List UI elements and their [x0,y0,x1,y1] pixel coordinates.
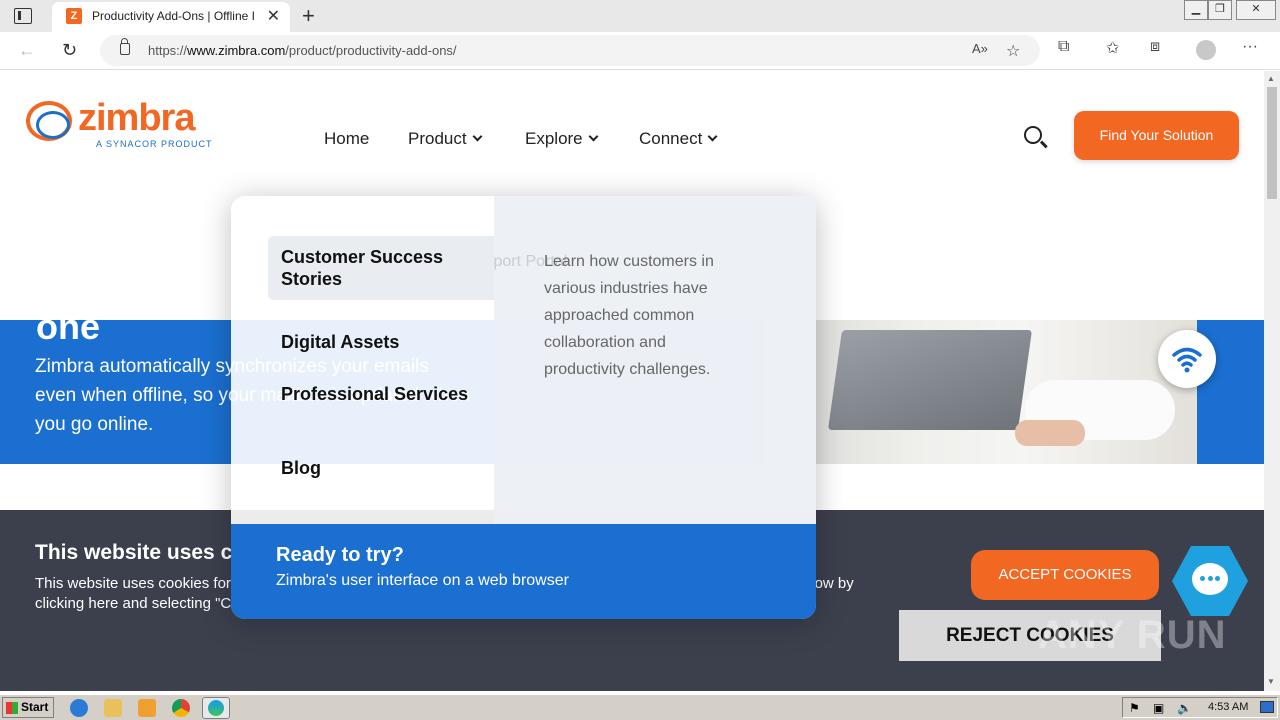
zimbra-logo-icon [26,101,72,141]
read-aloud-icon[interactable]: A» [972,41,988,56]
menu-item-digital-assets[interactable]: Digital Assets [268,321,494,363]
media-player-icon[interactable] [138,699,156,717]
menu-item-customer-success-stories[interactable]: Customer Success Stories [268,236,494,300]
lock-icon[interactable] [120,38,130,55]
anyrun-watermark: ANY RUN [1038,613,1227,657]
menu-item-professional-services[interactable]: Professional Services [268,373,494,415]
url-text[interactable]: https://www.zimbra.com/product/productiv… [148,43,457,58]
zimbra-favicon-icon: Z [66,8,82,24]
chevron-down-icon [588,131,599,142]
chevron-down-icon [472,131,483,142]
new-tab-icon[interactable]: + [302,3,315,29]
nav-connect[interactable]: Connect [639,129,718,149]
restore-icon[interactable]: ❐ [1208,0,1232,20]
extensions-icon[interactable]: ⧉ [1058,38,1069,56]
start-label: Start [21,700,49,714]
dropdown-description: Learn how customers in various industrie… [544,253,714,378]
chevron-down-icon [707,131,718,142]
minimize-icon[interactable]: ▁ [1184,0,1208,20]
accept-cookies-button[interactable]: ACCEPT COOKIES [971,550,1159,600]
back-icon[interactable]: ← [18,40,36,61]
windows-taskbar: Start ⚑ ▣ 🔈 4:53 AM [0,694,1280,720]
add-favorite-icon[interactable]: ☆ [1006,41,1020,61]
profile-avatar[interactable] [1196,40,1216,60]
hero-photo [765,320,1197,464]
chrome-icon[interactable] [172,699,190,717]
explorer-icon[interactable] [104,699,122,717]
flag-icon[interactable]: ⚑ [1129,701,1140,715]
scroll-down-icon[interactable]: ▼ [1267,677,1275,686]
edge-icon [208,700,224,716]
address-bar-row: ← ↻ https://www.zimbra.com/product/produ… [0,32,1280,70]
collections-icon[interactable]: ⧈ [1150,38,1160,56]
browser-tab[interactable]: Z Productivity Add-Ons | Offline I ✕ [52,2,290,32]
zimbra-logo[interactable]: zimbra A SYNACOR PRODUCT [24,97,234,149]
browser-titlebar: Z Productivity Add-Ons | Offline I ✕ + ▁… [0,0,1280,32]
chat-button[interactable] [1172,546,1248,616]
ie-icon[interactable] [70,699,88,717]
search-icon[interactable] [1024,126,1042,144]
taskbar-clock[interactable]: 4:53 AM [1208,701,1248,713]
scrollbar-thumb[interactable] [1267,87,1277,199]
hand-image [1015,420,1085,446]
more-menu-icon[interactable]: ··· [1242,38,1258,56]
logo-wordmark: zimbra [78,97,195,139]
dropdown-footer-subtitle: Zimbra's user interface on a web browser [276,572,569,589]
system-tray: ⚑ ▣ 🔈 [1122,697,1278,718]
hero-heading: one [36,320,101,347]
explore-dropdown-menu: Support Portal Customer Success Stories … [231,196,816,619]
volume-icon[interactable]: 🔈 [1177,701,1192,715]
web-page: zimbra A SYNACOR PRODUCT Home Product Ex… [0,71,1264,691]
nav-explore[interactable]: Explore [525,129,599,149]
start-button[interactable]: Start [2,697,54,718]
dropdown-footer-cta[interactable]: Ready to try? Zimbra's user interface on… [231,524,816,619]
window-close-icon[interactable]: ✕ [1236,0,1276,20]
windows-logo-icon [6,702,18,714]
logo-tagline: A SYNACOR PRODUCT [96,139,213,149]
address-bar[interactable]: https://www.zimbra.com/product/productiv… [100,35,1040,66]
favorites-icon[interactable]: ✩ [1106,38,1119,58]
wifi-icon [1158,330,1216,388]
refresh-icon[interactable]: ↻ [62,40,77,61]
edge-taskbar-button[interactable] [202,697,230,719]
find-your-solution-button[interactable]: Find Your Solution [1074,111,1239,160]
tab-close-icon[interactable]: ✕ [267,6,280,26]
menu-item-blog[interactable]: Blog [268,447,494,489]
show-desktop-icon[interactable] [1260,701,1274,713]
network-icon[interactable]: ▣ [1153,701,1164,715]
tab-title: Productivity Add-Ons | Offline I [92,9,255,23]
nav-product[interactable]: Product [408,129,483,149]
laptop-image [827,330,1033,430]
dropdown-footer-title: Ready to try? [276,544,404,566]
scroll-up-icon[interactable]: ▲ [1267,74,1275,83]
nav-home[interactable]: Home [324,129,369,149]
chat-icon [1192,563,1228,595]
page-scrollbar[interactable]: ▲ ▼ [1264,71,1280,691]
tab-actions-icon[interactable] [14,8,32,24]
